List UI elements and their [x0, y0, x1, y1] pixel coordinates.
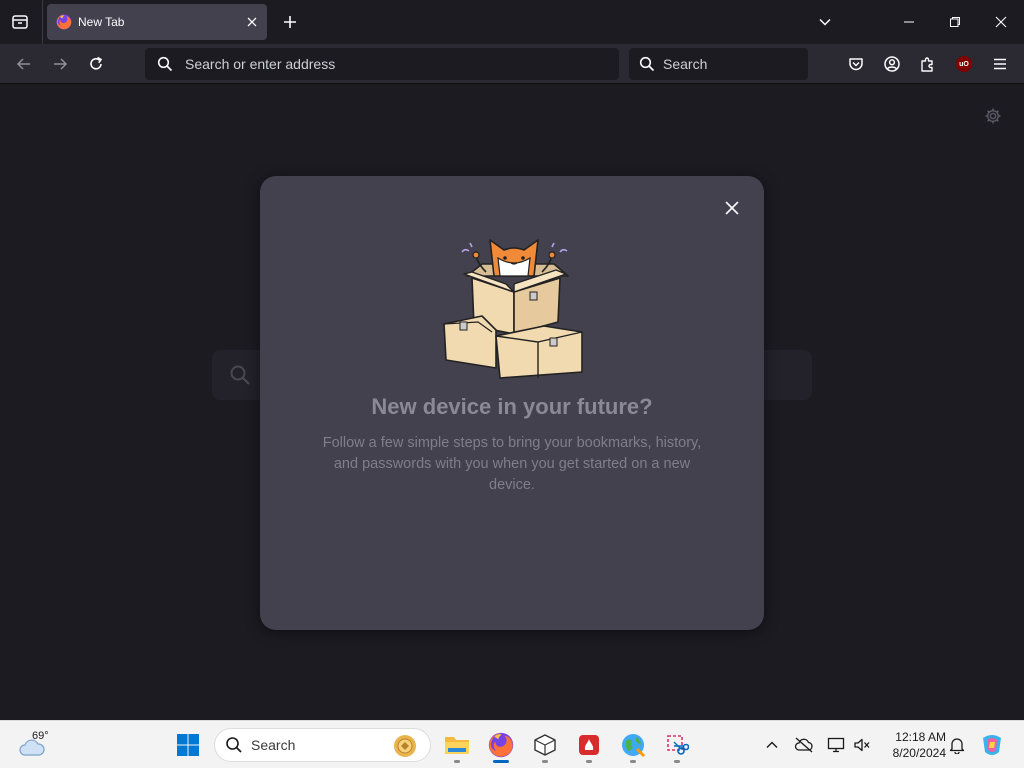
search-highlight-icon: [394, 735, 416, 757]
red-app-icon: [579, 735, 599, 755]
taskbar-firefox[interactable]: [482, 726, 520, 764]
search-icon: [230, 365, 250, 385]
tab-bar: New Tab: [0, 0, 1024, 44]
taskbar-box-app[interactable]: [526, 726, 564, 764]
account-icon: [884, 56, 900, 72]
forward-button[interactable]: [44, 48, 76, 80]
firefox-view-icon: [12, 15, 28, 29]
chevron-up-icon: [766, 741, 778, 748]
windows-taskbar: 69° Search 12:18 AM 8/20/2024: [0, 720, 1024, 768]
menu-icon: [994, 58, 1006, 70]
taskbar-search-box[interactable]: Search: [214, 728, 431, 762]
restore-icon: [950, 17, 960, 27]
dialog-title: New device in your future?: [371, 394, 653, 419]
copilot-icon: [983, 735, 1001, 755]
restore-button[interactable]: [932, 0, 978, 44]
search-icon: [226, 737, 242, 753]
show-hidden-icons-button[interactable]: [760, 733, 784, 757]
customize-button[interactable]: [981, 104, 1005, 128]
file-explorer-icon: [445, 737, 469, 754]
new-tab-page: New device in your future? Follow a few …: [0, 85, 1024, 720]
running-indicator: [454, 760, 460, 763]
taskbar-red-app[interactable]: [570, 726, 608, 764]
account-button[interactable]: [876, 48, 908, 80]
pocket-icon: [849, 58, 863, 71]
new-tab-button[interactable]: [275, 7, 305, 37]
running-indicator: [542, 760, 548, 763]
taskbar-file-explorer[interactable]: [438, 726, 476, 764]
network-tray-button[interactable]: [824, 733, 848, 757]
chevron-down-icon: [819, 18, 831, 26]
clock-date: 8/20/2024: [892, 746, 946, 760]
dialog-body-text: Follow a few simple steps to bring your …: [322, 435, 702, 493]
ublock-origin-icon: uO: [956, 56, 972, 72]
address-input[interactable]: [185, 56, 619, 72]
start-button[interactable]: [169, 726, 207, 764]
onedrive-tray-button[interactable]: [792, 733, 816, 757]
fox-in-boxes-illustration: [443, 239, 583, 379]
bell-icon: [949, 738, 965, 754]
dialog-close-button[interactable]: [720, 196, 744, 220]
volume-tray-button[interactable]: [850, 733, 874, 757]
extensions-button[interactable]: [912, 48, 944, 80]
speaker-muted-icon: [854, 738, 870, 752]
tab-divider: [42, 0, 43, 44]
close-icon: [995, 16, 1007, 28]
notifications-button[interactable]: [945, 733, 969, 757]
arrow-right-icon: [54, 58, 68, 70]
monitor-icon: [827, 737, 845, 753]
navigation-toolbar: uO: [0, 44, 1024, 84]
extensions-icon: [921, 57, 933, 72]
search-input[interactable]: [663, 56, 808, 72]
running-indicator: [630, 760, 636, 763]
search-bar[interactable]: [629, 48, 808, 80]
snipping-tool-icon: [667, 735, 689, 755]
gear-icon: [985, 108, 1001, 124]
arrow-left-icon: [16, 58, 30, 70]
windows-start-icon: [177, 734, 199, 756]
back-button[interactable]: [8, 48, 40, 80]
taskbar-globe-app[interactable]: [614, 726, 652, 764]
reload-icon: [90, 56, 103, 70]
tab-new-tab[interactable]: New Tab: [47, 4, 267, 40]
ublock-badge-text: uO: [959, 60, 969, 68]
search-icon: [157, 56, 173, 72]
tab-title: New Tab: [78, 15, 125, 29]
ublock-origin-button[interactable]: uO: [948, 48, 980, 80]
clock-time: 12:18 AM: [895, 730, 946, 744]
taskbar-clock[interactable]: 12:18 AM 8/20/2024: [880, 729, 946, 761]
tab-close-button[interactable]: [243, 13, 261, 31]
close-icon: [247, 17, 257, 27]
search-icon: [639, 56, 655, 72]
taskbar-search-label: Search: [251, 737, 296, 753]
reload-button[interactable]: [80, 48, 112, 80]
running-indicator: [674, 760, 680, 763]
taskbar-snipping-tool[interactable]: [658, 726, 696, 764]
firefox-icon: [488, 732, 514, 758]
active-indicator: [493, 760, 509, 763]
address-bar[interactable]: [145, 48, 619, 80]
app-menu-button[interactable]: [984, 48, 1016, 80]
list-all-tabs-button[interactable]: [810, 7, 840, 37]
running-indicator: [586, 760, 592, 763]
close-icon: [725, 201, 739, 215]
cloud-offline-icon: [794, 737, 813, 753]
save-to-pocket-button[interactable]: [840, 48, 872, 80]
weather-temperature: 69°: [32, 730, 49, 742]
firefox-icon: [56, 14, 72, 30]
firefox-view-button[interactable]: [4, 6, 36, 38]
minimize-icon: [904, 21, 914, 23]
minimize-button[interactable]: [886, 0, 932, 44]
globe-app-icon: [622, 734, 646, 758]
copilot-button[interactable]: [978, 731, 1006, 759]
plus-icon: [284, 16, 296, 28]
new-device-dialog: New device in your future? Follow a few …: [260, 176, 764, 630]
box-app-icon: [534, 734, 556, 756]
window-close-button[interactable]: [978, 0, 1024, 44]
